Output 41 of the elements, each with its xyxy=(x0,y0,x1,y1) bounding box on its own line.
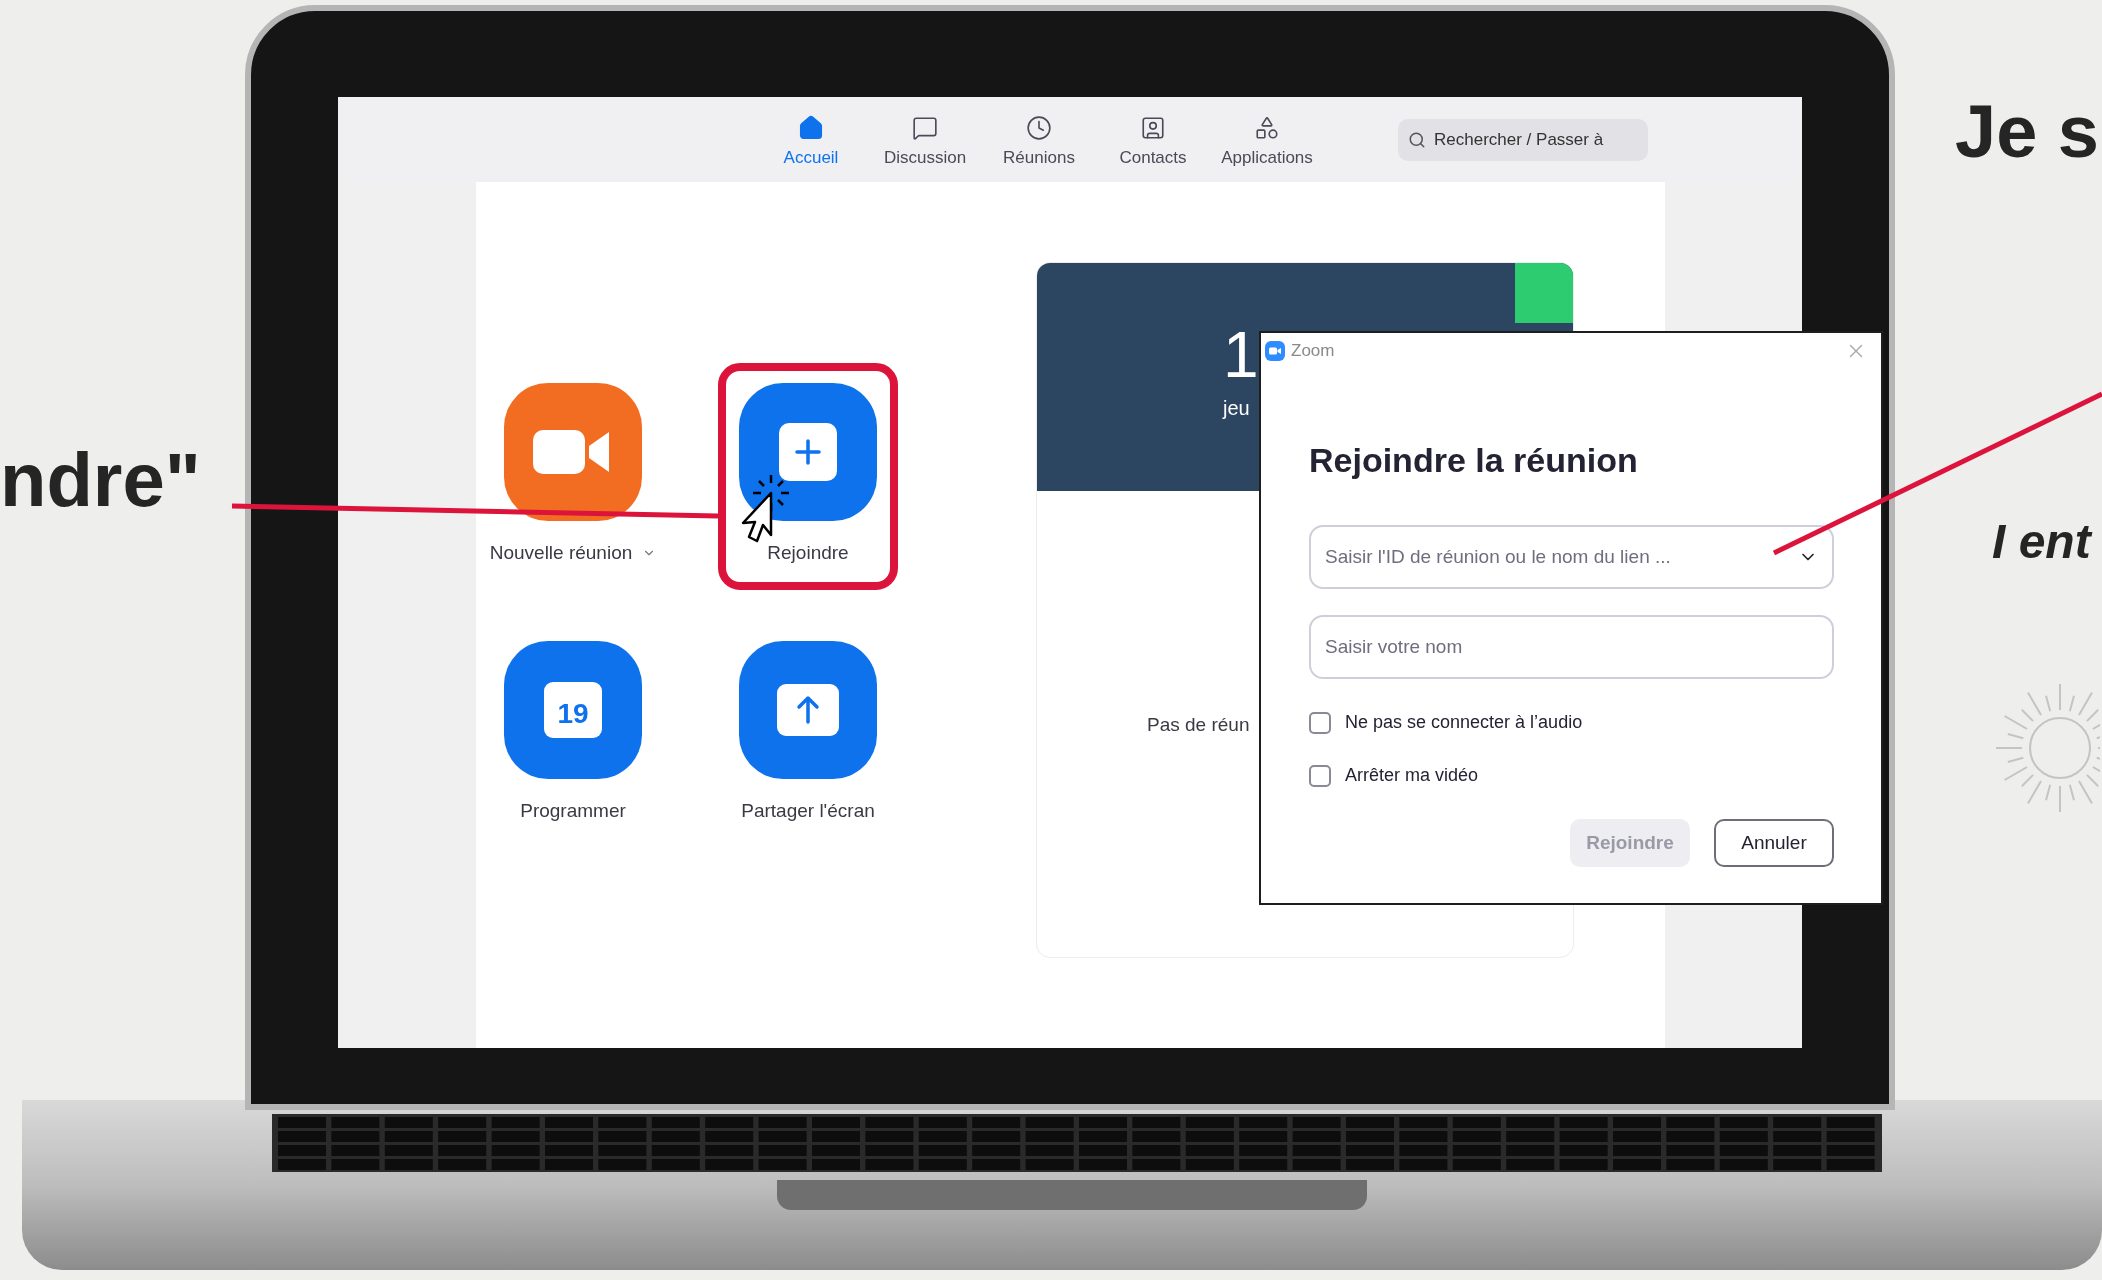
dialog-heading: Rejoindre la réunion xyxy=(1309,443,1639,477)
app-logo-icon xyxy=(1265,341,1285,361)
caption-text: I ent xyxy=(1992,518,2091,566)
search-field[interactable]: Rechercher / Passer à xyxy=(1434,126,1634,153)
meeting-id-dropdown[interactable]: Saisir l'ID de réunion ou le nom du lien ... xyxy=(1309,525,1834,589)
slide-heading: Je s xyxy=(1955,95,2100,169)
ribbon-decoration xyxy=(1515,263,1573,323)
checkbox[interactable] xyxy=(1309,764,1331,787)
contact-card-icon xyxy=(1140,114,1166,141)
window-title: Zoom xyxy=(1291,340,1335,363)
nav-tab[interactable]: Discussion xyxy=(868,108,982,171)
nav-tab[interactable]: Réunions xyxy=(982,108,1096,171)
weekday-text: jeu xyxy=(1223,396,1250,421)
name-field[interactable]: Saisir votre nom xyxy=(1309,615,1834,679)
option-label: Arrêter ma vidéo xyxy=(1345,764,1479,787)
meeting-id-field[interactable]: Saisir l'ID de réunion ou le nom du lien ... xyxy=(1325,542,1798,572)
nav-tab[interactable]: Accueil xyxy=(754,108,868,171)
action-label: Programmer xyxy=(520,798,626,823)
option-label: Ne pas se connecter à l’audio xyxy=(1345,711,1583,734)
day-number: 1 xyxy=(1223,323,1259,387)
action-tile[interactable] xyxy=(739,641,877,779)
nav-tab[interactable]: Applications xyxy=(1210,108,1324,171)
nav-tab[interactable]: Contacts xyxy=(1096,108,1210,171)
calendar-icon: 19 xyxy=(544,682,602,738)
search-bar[interactable]: Rechercher / Passer à xyxy=(1398,118,1648,161)
apps-icon xyxy=(1254,114,1280,141)
chat-bubble-icon xyxy=(912,114,938,141)
action-label: Partager l'écran xyxy=(741,798,875,823)
home-icon xyxy=(798,114,824,141)
action-label: Rejoindre xyxy=(767,540,849,565)
action-label: Nouvelle réunion xyxy=(489,540,633,565)
checkbox[interactable] xyxy=(1309,711,1331,734)
action-tile[interactable]: 19 xyxy=(504,641,642,779)
action-tile[interactable] xyxy=(739,383,877,521)
dialog-button[interactable]: Annuler xyxy=(1714,819,1834,867)
action-tile[interactable] xyxy=(504,383,642,521)
plus-icon xyxy=(779,423,837,481)
search-icon xyxy=(1408,130,1426,149)
callout-text: ndre" xyxy=(0,442,201,518)
clock-icon xyxy=(1026,114,1052,141)
empty-meetings-text: Pas de réun xyxy=(1147,714,1250,735)
